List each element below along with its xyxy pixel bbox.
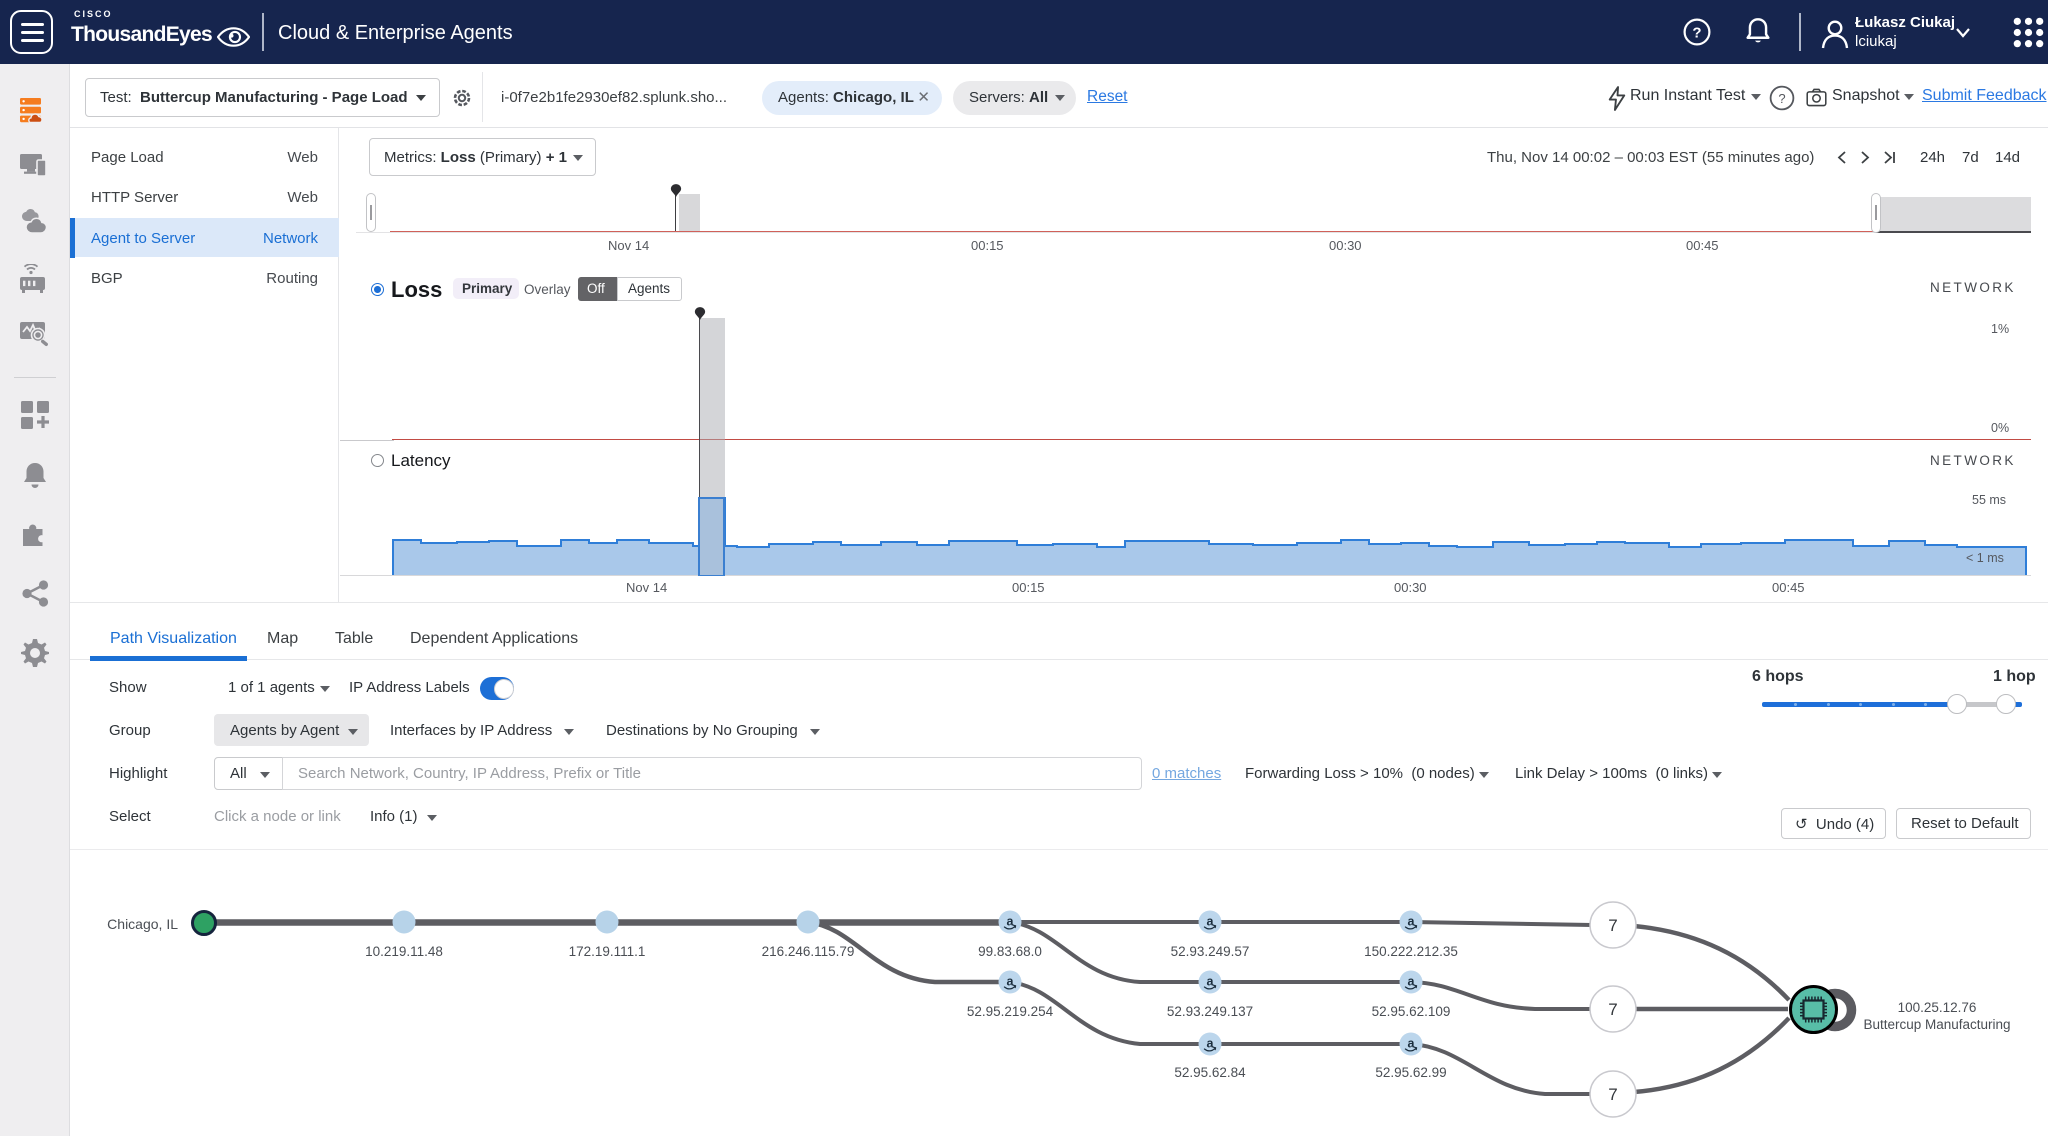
svg-text:10.219.11.48: 10.219.11.48 [365, 944, 443, 959]
svg-text:52.93.249.57: 52.93.249.57 [1171, 944, 1250, 959]
svg-text:Buttercup Manufacturing: Buttercup Manufacturing [1863, 1017, 2010, 1032]
svg-text:7: 7 [1608, 916, 1617, 935]
svg-text:52.93.249.137: 52.93.249.137 [1167, 1004, 1253, 1019]
svg-text:52.95.62.84: 52.95.62.84 [1174, 1065, 1246, 1080]
svg-text:99.83.68.0: 99.83.68.0 [978, 944, 1042, 959]
svg-text:7: 7 [1608, 1085, 1617, 1104]
svg-text:172.19.111.1: 172.19.111.1 [569, 944, 646, 959]
svg-text:52.95.62.99: 52.95.62.99 [1375, 1065, 1446, 1080]
svg-text:7: 7 [1608, 1000, 1617, 1019]
svg-text:Chicago, IL: Chicago, IL [107, 916, 178, 932]
svg-text:100.25.12.76: 100.25.12.76 [1898, 1000, 1977, 1015]
svg-text:216.246.115.79: 216.246.115.79 [762, 944, 855, 959]
svg-text:150.222.212.35: 150.222.212.35 [1364, 944, 1458, 959]
svg-text:52.95.219.254: 52.95.219.254 [967, 1004, 1054, 1019]
svg-text:52.95.62.109: 52.95.62.109 [1372, 1004, 1451, 1019]
